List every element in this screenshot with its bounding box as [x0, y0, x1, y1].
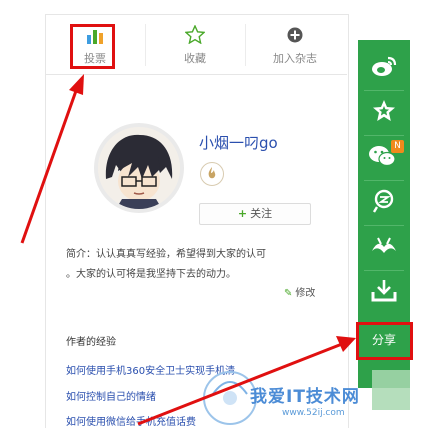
annotation-arrow-to-share [137, 342, 343, 426]
annotation-arrows [20, 74, 356, 426]
annotation-arrow-to-vote [20, 87, 79, 244]
arrowhead-vote [69, 74, 84, 95]
